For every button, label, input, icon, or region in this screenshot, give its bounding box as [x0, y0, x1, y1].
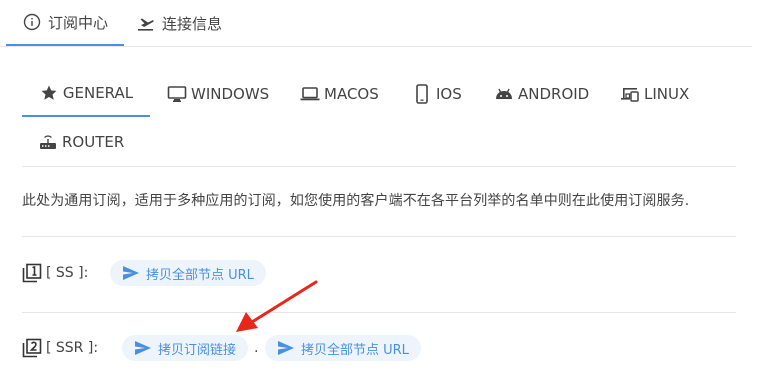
ss-label: [ SS ]:	[46, 265, 89, 281]
divider	[22, 312, 736, 313]
android-icon	[494, 84, 514, 104]
tab-label: MACOS	[324, 84, 379, 103]
desktop-icon	[167, 84, 187, 104]
general-description: 此处为通用订阅，适用于多种应用的订阅，如您使用的客户端不在各平台列举的名单中则在…	[22, 193, 690, 209]
ssr-copy-subscription-label: 拷贝订阅链接	[158, 342, 237, 358]
devices-icon	[620, 84, 640, 104]
tab-label: ANDROID	[518, 84, 590, 103]
send-icon	[134, 339, 152, 357]
ss-copy-all-label: 拷贝全部节点 URL	[146, 267, 254, 283]
flight-takeoff-icon	[136, 13, 156, 33]
divider	[22, 236, 736, 237]
ssr-label: [ SSR ]:	[46, 340, 99, 356]
filter-2-icon	[22, 338, 42, 358]
ssr-copy-subscription-button[interactable]: 拷贝订阅链接	[122, 335, 249, 361]
tab-label: 订阅中心	[47, 13, 108, 32]
tab-linux[interactable]: LINUX	[620, 70, 689, 117]
top-tabs: 订阅中心 连接信息	[0, 0, 752, 47]
tab-connection-info[interactable]: 连接信息	[136, 0, 246, 46]
ss-copy-all-button[interactable]: 拷贝全部节点 URL	[110, 260, 266, 286]
ssr-row-label: [ SSR ]:	[22, 334, 98, 362]
tab-label: WINDOWS	[191, 84, 270, 103]
tab-label: GENERAL	[62, 83, 134, 102]
star-icon	[39, 83, 59, 103]
tab-android[interactable]: ANDROID	[494, 70, 589, 117]
tab-general[interactable]: GENERAL	[22, 70, 150, 117]
tab-label: IOS	[436, 84, 462, 103]
tab-router[interactable]: ROUTER	[38, 118, 124, 165]
separator: .	[254, 340, 259, 356]
tab-macos[interactable]: MACOS	[300, 70, 379, 117]
tab-label: ROUTER	[62, 132, 125, 151]
info-circle-icon	[22, 12, 42, 32]
tab-label: LINUX	[644, 84, 690, 103]
send-icon	[122, 264, 140, 282]
laptop-icon	[300, 84, 320, 104]
tab-windows[interactable]: WINDOWS	[167, 70, 269, 117]
router-icon	[38, 132, 58, 152]
tab-subscription-center[interactable]: 订阅中心	[6, 0, 124, 46]
platform-tabs: GENERAL WINDOWS MACOS IOS ANDROID LINUX	[22, 70, 736, 167]
tab-label: 连接信息	[162, 14, 223, 33]
phone-icon	[412, 83, 432, 104]
tab-ios[interactable]: IOS	[412, 70, 462, 117]
ssr-copy-all-label: 拷贝全部节点 URL	[301, 342, 409, 358]
ssr-copy-all-button[interactable]: 拷贝全部节点 URL	[265, 335, 421, 361]
filter-1-icon	[22, 263, 42, 283]
send-icon	[277, 339, 295, 357]
ss-row-label: [ SS ]:	[22, 259, 88, 287]
